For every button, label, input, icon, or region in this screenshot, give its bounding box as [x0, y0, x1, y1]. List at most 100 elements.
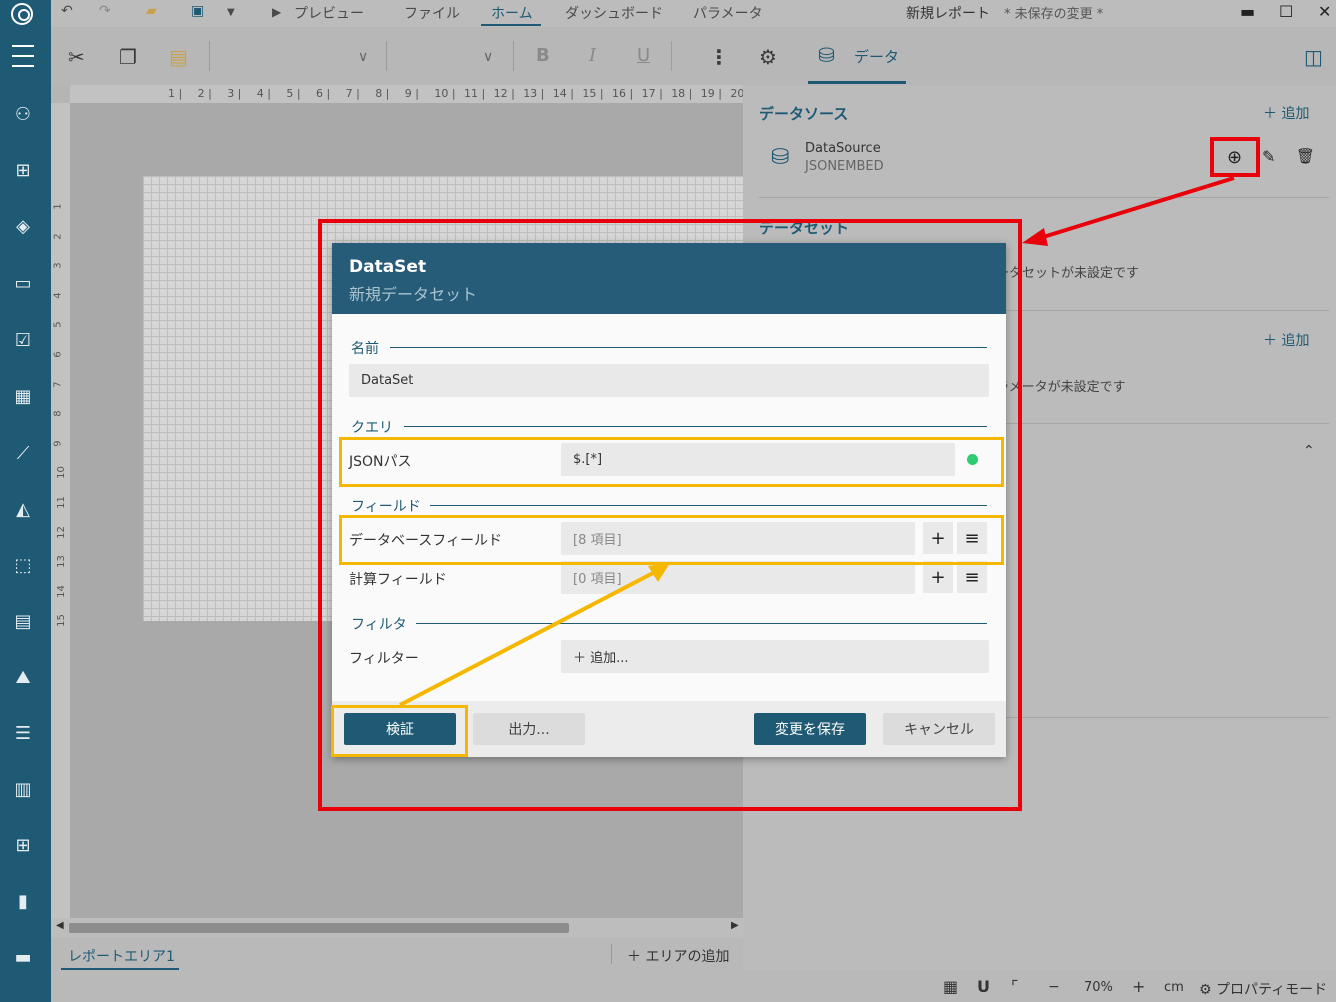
- title-bar: ↶ ↷ ▰ ▣ ▼ ▶ プレビュー ファイル ホーム ダッシュボード パラメータ…: [51, 0, 1336, 27]
- scroll-right-icon[interactable]: ▶: [731, 920, 739, 931]
- ruler-tick-label: 15: [55, 614, 67, 628]
- tab-data[interactable]: ⛁ データ: [808, 27, 906, 85]
- ruler-tick-label: 1: [52, 203, 64, 210]
- ruler-tick-label: 14: [55, 584, 67, 598]
- tab-report-area[interactable]: レポートエリア1: [68, 946, 175, 966]
- close-icon[interactable]: ✕: [1318, 2, 1331, 21]
- table-icon[interactable]: ▥: [10, 776, 36, 802]
- snap-magnet-icon[interactable]: U: [977, 977, 990, 996]
- zoom-in-icon[interactable]: +: [1132, 977, 1145, 996]
- italic-button[interactable]: I: [589, 45, 596, 66]
- property-mode-label: プロパティモード: [1216, 982, 1328, 998]
- menu-home[interactable]: ホーム: [491, 3, 533, 23]
- richtext-icon[interactable]: ▤: [10, 608, 36, 634]
- layers-icon[interactable]: ◈: [10, 213, 36, 239]
- play-icon: ▶: [272, 5, 282, 19]
- toggle-panel-icon[interactable]: ◫: [1304, 45, 1323, 69]
- panel-divider: [759, 197, 1329, 198]
- horizontal-scrollbar[interactable]: ◀ ▶: [51, 918, 743, 938]
- bullet-icon[interactable]: ▬: [10, 944, 36, 970]
- zoom-out-icon[interactable]: −: [1048, 979, 1060, 995]
- ruler-tick-label: 3 |: [227, 87, 242, 100]
- highlight-add-dataset: [1210, 137, 1260, 177]
- ruler-tick-label: 6: [52, 351, 64, 358]
- hamburger-menu-icon[interactable]: [10, 42, 36, 70]
- database-icon: ⛁: [771, 145, 790, 170]
- list-icon[interactable]: ☰: [10, 720, 36, 746]
- cut-icon[interactable]: ✂: [68, 45, 85, 69]
- scroll-left-icon[interactable]: ◀: [56, 920, 64, 931]
- trash-icon[interactable]: 🗑: [1296, 147, 1315, 165]
- ruler-tick-label: 14 |: [552, 87, 574, 100]
- add-parameter-button[interactable]: ＋ 追加: [1263, 330, 1309, 350]
- menu-parameters[interactable]: パラメータ: [693, 3, 763, 23]
- menu-dashboard[interactable]: ダッシュボード: [565, 3, 663, 23]
- ruler-tick-label: 19 |: [700, 87, 722, 100]
- ruler-toggle-icon[interactable]: ⌜: [1011, 977, 1019, 996]
- scrollbar-thumb[interactable]: [69, 923, 569, 933]
- grid-toggle-icon[interactable]: ▦: [943, 977, 958, 996]
- copy-icon[interactable]: ❐: [119, 45, 137, 69]
- datasource-name[interactable]: DataSource: [805, 141, 881, 156]
- components-icon[interactable]: ⊞: [10, 157, 36, 183]
- select-icon[interactable]: ⬚: [10, 552, 36, 578]
- toolbar-divider: [513, 41, 514, 71]
- plus-icon: ＋: [1263, 333, 1282, 349]
- ruler-tick-label: 4: [52, 292, 64, 299]
- image-icon[interactable]: ⛰: [10, 664, 36, 690]
- left-sidebar: ⚇ ⊞ ◈ ▭ ☑ ▦ ⟋ ◭ ⬚ ▤ ⛰ ☰ ▥ ⊞ ▮ ▬: [0, 0, 51, 1002]
- underline-button[interactable]: U: [637, 45, 650, 66]
- highlight-jsonpath: [339, 437, 1004, 487]
- shape-icon[interactable]: ◭: [10, 496, 36, 522]
- property-mode-toggle[interactable]: ⚙ プロパティモード: [1199, 979, 1327, 999]
- ruler-tick-label: 5 |: [286, 87, 301, 100]
- add-datasource-button[interactable]: ＋ 追加: [1263, 103, 1309, 123]
- tablix-icon[interactable]: ⊞: [10, 832, 36, 858]
- ruler-tick-label: 12 |: [493, 87, 515, 100]
- chart-icon[interactable]: ▮: [10, 888, 36, 914]
- open-folder-icon[interactable]: ▰: [146, 3, 157, 19]
- paste-icon[interactable]: ▤: [169, 45, 188, 69]
- database-icon: ⛁: [818, 43, 835, 67]
- unit-selector[interactable]: cm: [1164, 980, 1184, 995]
- toolbar-divider: [209, 41, 210, 71]
- edit-icon[interactable]: ✎: [1262, 147, 1275, 166]
- menu-file[interactable]: ファイル: [404, 3, 460, 23]
- ruler-tick-label: 1 |: [168, 87, 183, 100]
- ruler-tick-label: 8: [52, 410, 64, 417]
- ruler-tick-label: 13: [55, 555, 67, 569]
- app-logo-icon: [11, 3, 33, 25]
- textbox-icon[interactable]: ▭: [10, 270, 36, 296]
- ruler-tick-label: 15 |: [582, 87, 604, 100]
- chevron-up-icon[interactable]: ⌃: [1303, 443, 1315, 459]
- save-dropdown-icon[interactable]: ▼: [227, 7, 235, 18]
- line-icon[interactable]: ⟋: [10, 440, 36, 466]
- redo-icon[interactable]: ↷: [99, 3, 111, 19]
- undo-icon[interactable]: ↶: [61, 3, 73, 19]
- report-title: 新規レポート: [906, 6, 990, 22]
- vertical-ruler: 1 2 3 4 5 6 7 8 9 10 11 12 13 14 15: [51, 103, 70, 918]
- add-parameter-label: 追加: [1281, 333, 1310, 349]
- add-area-label: エリアの追加: [645, 949, 730, 965]
- hierarchy-icon[interactable]: ⚇: [10, 101, 36, 127]
- font-family-dropdown-icon[interactable]: ∨: [358, 49, 368, 65]
- ruler-tick-label: 20 |: [730, 87, 743, 100]
- minimize-icon[interactable]: ▬: [1240, 2, 1255, 21]
- gear-icon[interactable]: ⚙: [759, 45, 777, 69]
- checkbox-icon[interactable]: ☑: [10, 327, 36, 353]
- bold-button[interactable]: B: [536, 45, 550, 66]
- container-icon[interactable]: ▦: [10, 383, 36, 409]
- more-options-icon[interactable]: ⋮: [709, 45, 729, 69]
- maximize-icon[interactable]: ☐: [1279, 2, 1293, 21]
- add-area-button[interactable]: ＋ エリアの追加: [627, 946, 729, 966]
- horizontal-ruler: 1 | 2 | 3 | 4 | 5 | 6 | 7 | 8 | 9 | 10 | 11 | 12 | 1…: [70, 85, 743, 103]
- unsaved-indicator: * 未保存の変更 *: [1004, 7, 1104, 22]
- menu-preview[interactable]: プレビュー: [294, 3, 364, 23]
- zoom-level[interactable]: 70%: [1084, 980, 1113, 995]
- status-bar: ▦ U ⌜ − 70% + cm ⚙ プロパティモード: [51, 970, 1336, 1002]
- ruler-tick-label: 12: [55, 525, 67, 539]
- save-icon[interactable]: ▣: [191, 3, 204, 19]
- tab-data-indicator: [808, 81, 906, 84]
- font-size-dropdown-icon[interactable]: ∨: [483, 49, 493, 65]
- toolbar-divider: [386, 41, 387, 71]
